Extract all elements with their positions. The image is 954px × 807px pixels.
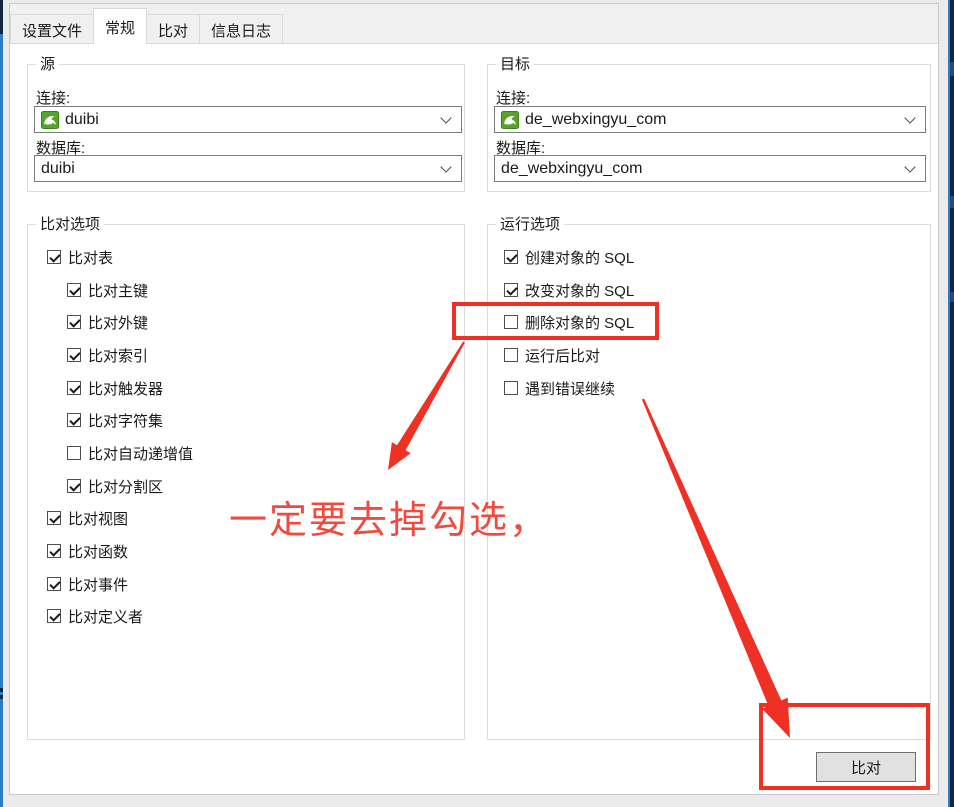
checkbox-label: 遇到错误继续 [525,378,615,399]
checkbox-box [67,315,81,329]
source-database-value: duibi [41,160,75,178]
source-connection-label: 连接: [36,87,70,108]
checkbox-compare-after-run[interactable]: 运行后比对 [504,345,600,365]
mysql-connection-icon [41,111,59,129]
tab-bar: 设置文件 常规 比对 信息日志 [10,4,938,43]
tab-compare[interactable]: 比对 [146,14,200,43]
checkbox-label: 比对自动递增值 [88,443,193,464]
checkbox-box [67,479,81,493]
checkbox-box [47,544,61,558]
source-connection-select[interactable]: duibi [34,106,462,133]
checkbox-label: 比对视图 [68,508,128,529]
source-connection-value: duibi [65,111,99,129]
annotation-note: 一定要去掉勾选， [229,499,549,543]
checkbox-compare-views[interactable]: 比对视图 [47,508,128,528]
checkbox-label: 改变对象的 SQL [525,280,634,301]
highlight-box-drop-sql [452,302,659,340]
checkbox-box [67,348,81,362]
checkbox-label: 运行后比对 [525,345,600,366]
tab-settings-file[interactable]: 设置文件 [10,14,94,43]
target-database-select[interactable]: de_webxingyu_com [494,155,926,182]
checkbox-box [47,609,61,623]
checkbox-label: 比对分割区 [88,476,163,497]
chevron-down-icon [904,161,915,172]
checkbox-label: 比对字符集 [88,410,163,431]
checkbox-box [504,250,518,264]
run-options-title: 运行选项 [496,216,564,233]
compare-options-title: 比对选项 [36,216,104,233]
chevron-down-icon [440,161,451,172]
source-group: 源 连接: duibi 数据库: duibi [27,64,465,192]
target-connection-label: 连接: [496,87,530,108]
checkbox-label: 比对函数 [68,541,128,562]
chevron-down-icon [904,112,915,123]
tab-general[interactable]: 常规 [93,8,147,44]
checkbox-compare-tables[interactable]: 比对表 [47,247,113,267]
checkbox-compare-events[interactable]: 比对事件 [47,574,128,594]
source-group-title: 源 [36,56,59,73]
checkbox-compare-primary-keys[interactable]: 比对主键 [67,280,148,300]
checkbox-box [67,283,81,297]
target-database-value: de_webxingyu_com [501,160,642,178]
checkbox-box [47,250,61,264]
checkbox-box [67,446,81,460]
checkbox-continue-on-error[interactable]: 遇到错误继续 [504,378,615,398]
checkbox-compare-character-sets[interactable]: 比对字符集 [67,410,163,430]
checkbox-compare-partitions[interactable]: 比对分割区 [67,476,163,496]
checkbox-box [47,511,61,525]
checkbox-box [67,413,81,427]
compare-options-group: 比对选项 比对表 比对主键 比对外键 比对索引 比对触发器 [27,224,465,740]
checkbox-label: 比对主键 [88,280,148,301]
checkbox-label: 比对事件 [68,574,128,595]
checkbox-label: 比对外键 [88,312,148,333]
chevron-down-icon [440,112,451,123]
checkbox-compare-definers[interactable]: 比对定义者 [47,606,143,626]
window-edge-left [0,0,3,807]
checkbox-box [504,381,518,395]
target-connection-value: de_webxingyu_com [525,111,666,129]
checkbox-box [504,283,518,297]
checkbox-compare-auto-increment[interactable]: 比对自动递增值 [67,443,193,463]
target-group-title: 目标 [496,56,534,73]
checkbox-compare-triggers[interactable]: 比对触发器 [67,378,163,398]
checkbox-label: 创建对象的 SQL [525,247,634,268]
checkbox-label: 比对索引 [88,345,148,366]
checkbox-compare-indexes[interactable]: 比对索引 [67,345,148,365]
mysql-connection-icon [501,111,519,129]
checkbox-box [47,577,61,591]
target-connection-select[interactable]: de_webxingyu_com [494,106,926,133]
general-tab-page: 源 连接: duibi 数据库: duibi 目标 连接: [10,43,938,794]
window-edge-right [948,0,954,807]
checkbox-compare-foreign-keys[interactable]: 比对外键 [67,312,148,332]
highlight-box-compare-button [759,703,930,790]
checkbox-label: 比对表 [68,247,113,268]
checkbox-label: 比对定义者 [68,606,143,627]
checkbox-label: 比对触发器 [88,378,163,399]
target-group: 目标 连接: de_webxingyu_com 数据库: de_webxingy… [487,64,931,192]
tab-log[interactable]: 信息日志 [199,14,283,43]
checkbox-create-object-sql[interactable]: 创建对象的 SQL [504,247,634,267]
sync-dialog-window: 设置文件 常规 比对 信息日志 源 连接: duibi 数据库: duibi [9,3,939,795]
checkbox-compare-functions[interactable]: 比对函数 [47,541,128,561]
checkbox-alter-object-sql[interactable]: 改变对象的 SQL [504,280,634,300]
checkbox-box [504,348,518,362]
checkbox-box [67,381,81,395]
source-database-select[interactable]: duibi [34,155,462,182]
